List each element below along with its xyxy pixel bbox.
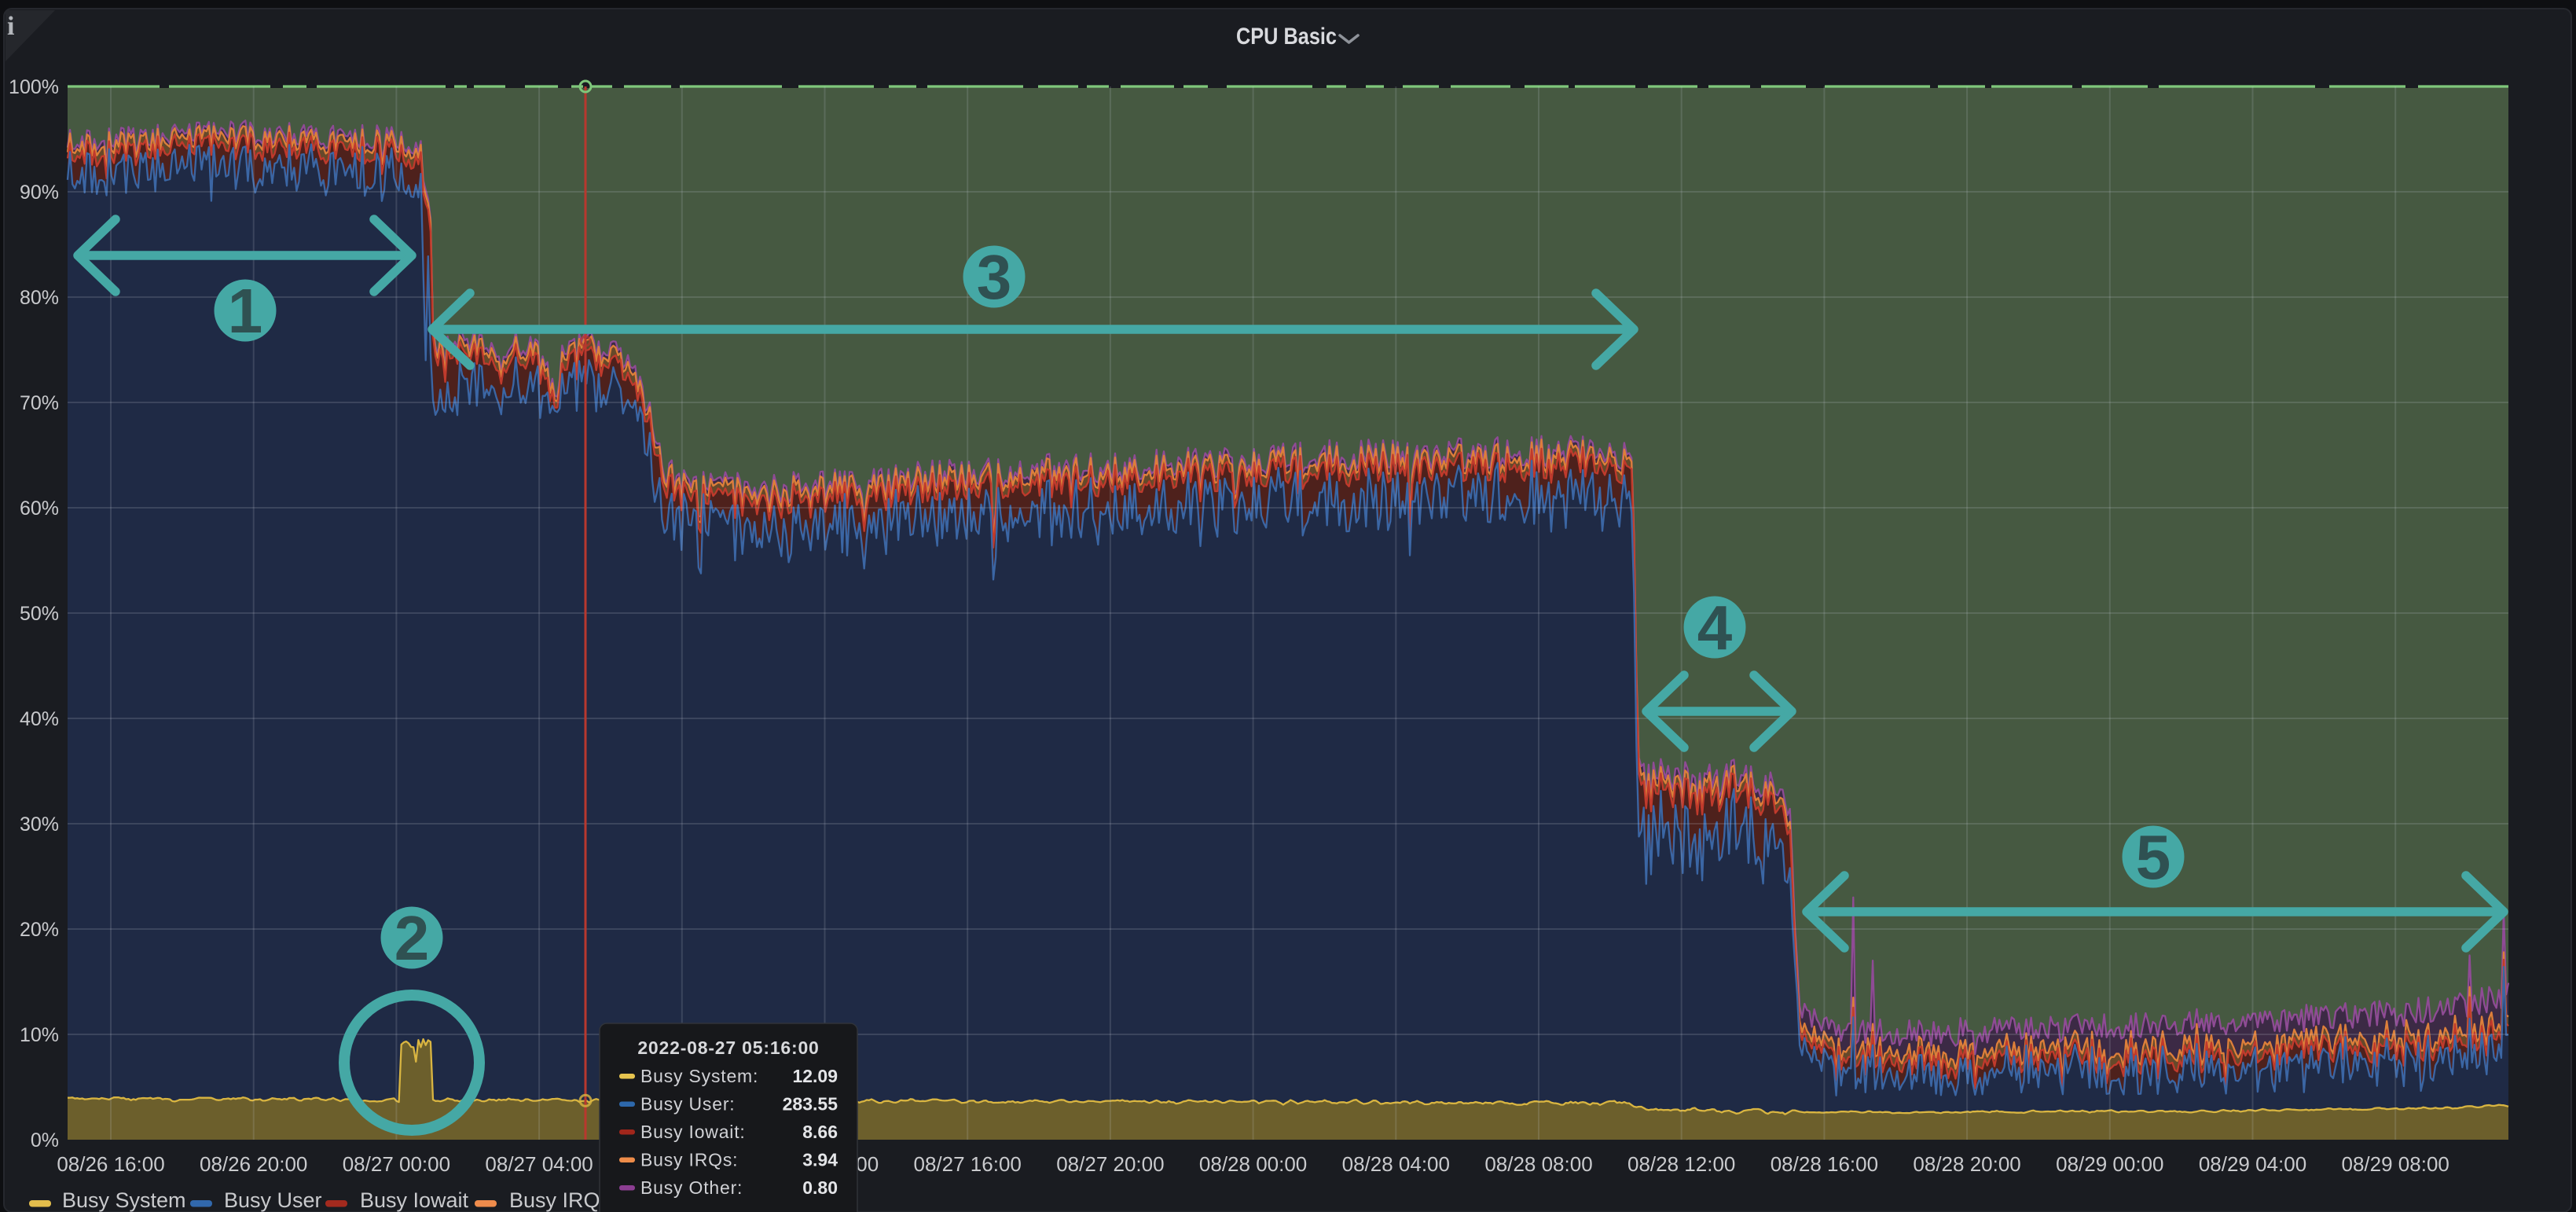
svg-text:i: i: [7, 12, 14, 41]
svg-text:4: 4: [1697, 593, 1733, 663]
svg-text:Busy System: Busy System: [62, 1188, 186, 1212]
svg-text:Busy System:: Busy System:: [640, 1066, 758, 1086]
svg-text:2: 2: [394, 903, 430, 973]
svg-text:2022-08-27 05:16:00: 2022-08-27 05:16:00: [637, 1038, 819, 1058]
svg-text:08/28 08:00: 08/28 08:00: [1484, 1152, 1592, 1176]
svg-text:3: 3: [977, 242, 1012, 312]
svg-text:08/27 00:00: 08/27 00:00: [343, 1152, 450, 1176]
svg-text:12.09: 12.09: [792, 1066, 838, 1086]
svg-text:283.55: 283.55: [783, 1094, 838, 1115]
svg-text:70%: 70%: [20, 392, 59, 414]
svg-text:1: 1: [228, 276, 263, 346]
svg-text:40%: 40%: [20, 708, 59, 730]
svg-text:08/27 20:00: 08/27 20:00: [1056, 1152, 1164, 1176]
svg-text:100%: 100%: [9, 76, 59, 98]
svg-text:5: 5: [2136, 822, 2171, 892]
svg-text:08/28 20:00: 08/28 20:00: [1913, 1152, 2020, 1176]
svg-text:08/29 04:00: 08/29 04:00: [2199, 1152, 2306, 1176]
svg-text:0.80: 0.80: [802, 1177, 838, 1198]
svg-text:8.66: 8.66: [802, 1122, 838, 1142]
svg-text:Busy IRQs:: Busy IRQs:: [640, 1150, 738, 1170]
svg-text:08/28 16:00: 08/28 16:00: [1771, 1152, 1878, 1176]
svg-text:08/28 12:00: 08/28 12:00: [1627, 1152, 1735, 1176]
svg-text:Busy User: Busy User: [224, 1188, 322, 1212]
svg-text:30%: 30%: [20, 814, 59, 836]
svg-text:Busy User:: Busy User:: [640, 1094, 735, 1115]
svg-text:08/29 00:00: 08/29 00:00: [2056, 1152, 2163, 1176]
svg-text:Busy IRQs: Busy IRQs: [509, 1188, 611, 1212]
svg-text:CPU Basic: CPU Basic: [1236, 24, 1337, 50]
svg-text:Busy Other:: Busy Other:: [640, 1177, 743, 1198]
svg-text:08/27 04:00: 08/27 04:00: [485, 1152, 593, 1176]
svg-text:50%: 50%: [20, 603, 59, 625]
svg-text:08/27 16:00: 08/27 16:00: [914, 1152, 1022, 1176]
svg-text:80%: 80%: [20, 287, 59, 309]
svg-text:10%: 10%: [20, 1024, 59, 1046]
svg-text:08/29 08:00: 08/29 08:00: [2342, 1152, 2449, 1176]
svg-text:3.94: 3.94: [802, 1150, 838, 1170]
svg-text:0%: 0%: [31, 1129, 59, 1151]
svg-text:90%: 90%: [20, 182, 59, 204]
svg-text:20%: 20%: [20, 919, 59, 941]
svg-text:08/26 16:00: 08/26 16:00: [57, 1152, 164, 1176]
svg-text:Busy Iowait: Busy Iowait: [360, 1188, 469, 1212]
svg-text:08/26 20:00: 08/26 20:00: [200, 1152, 307, 1176]
svg-text:08/28 00:00: 08/28 00:00: [1199, 1152, 1307, 1176]
svg-text:Busy Iowait:: Busy Iowait:: [640, 1122, 746, 1142]
svg-text:60%: 60%: [20, 498, 59, 520]
svg-text:08/28 04:00: 08/28 04:00: [1342, 1152, 1450, 1176]
